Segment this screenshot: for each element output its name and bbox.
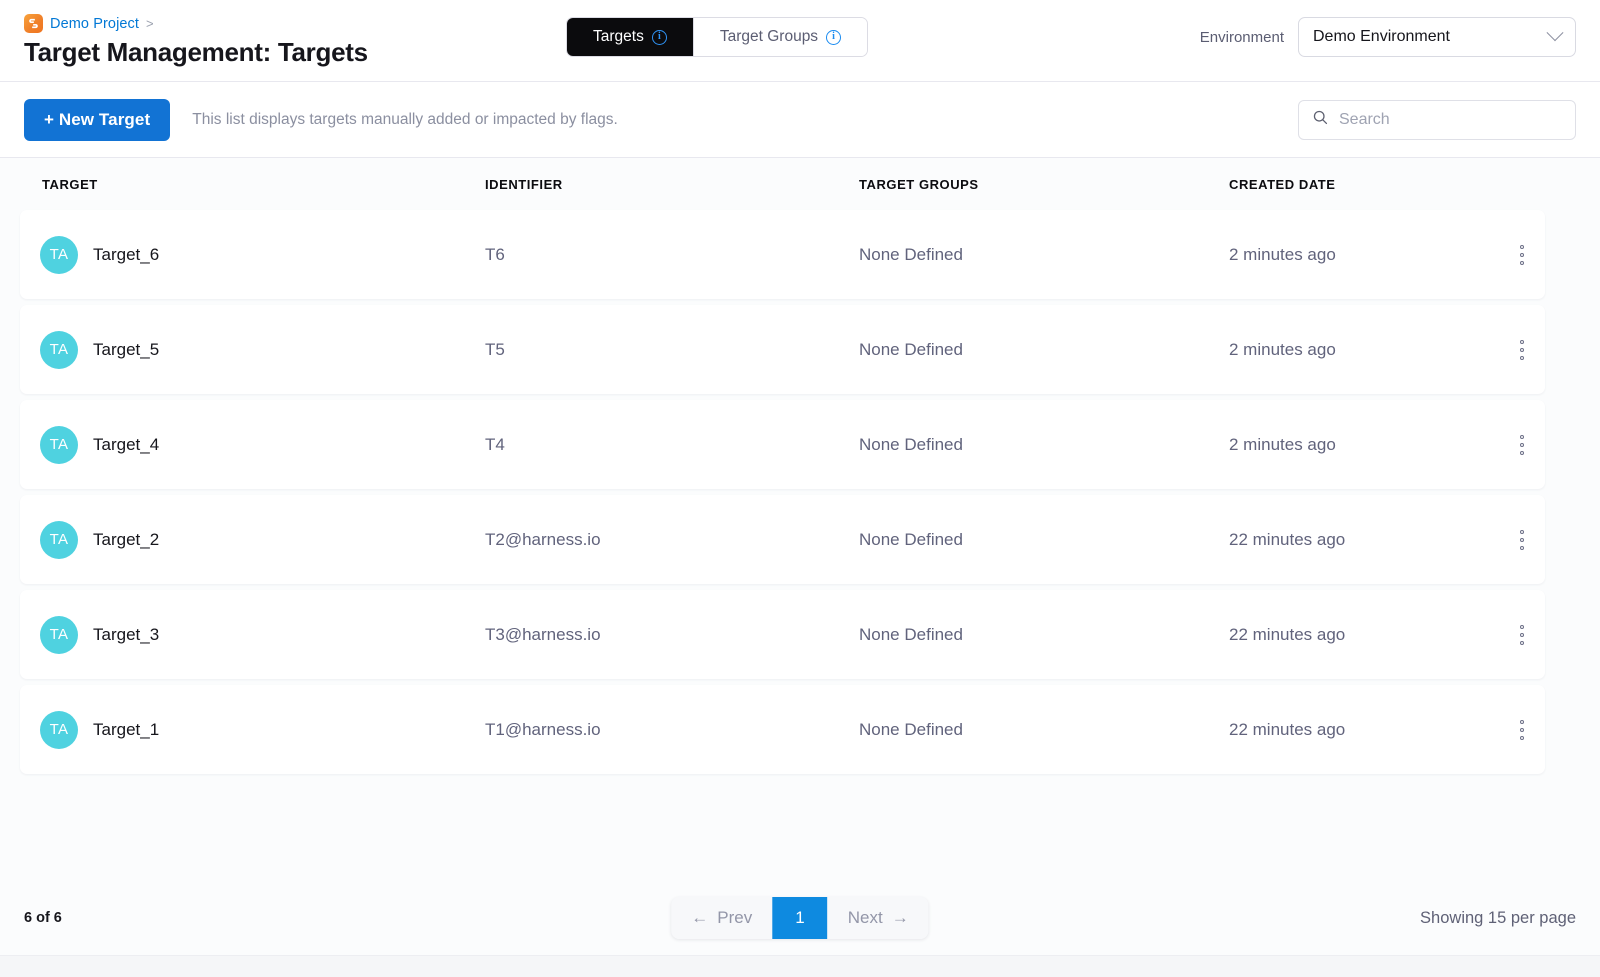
next-page-label: Next xyxy=(847,908,883,927)
toolbar: + New Target This list displays targets … xyxy=(0,82,1600,158)
page-number-1[interactable]: 1 xyxy=(772,897,828,939)
cell-created-date: 22 minutes ago xyxy=(1229,719,1346,739)
cell-row-menu xyxy=(1499,237,1545,273)
table-row[interactable]: TA Target_2 T2@harness.io None Defined 22 mi… xyxy=(20,495,1545,584)
arrow-left-icon: ← xyxy=(691,908,709,927)
prev-page-label: Prev xyxy=(717,908,753,927)
breadcrumb: Demo Project > xyxy=(24,14,368,34)
kebab-menu-icon[interactable] xyxy=(1512,712,1532,748)
table-body: TA Target_6 T6 None Defined 2 minutes ago TA T… xyxy=(0,210,1600,774)
table-row[interactable]: TA Target_4 T4 None Defined 2 minutes ago xyxy=(20,400,1545,489)
cell-identifier: T6 xyxy=(485,244,505,264)
column-header-identifier: IDENTIFIER xyxy=(485,176,563,192)
target-name: Target_3 xyxy=(93,624,160,644)
prev-page-button[interactable]: ← Prev xyxy=(671,897,773,939)
top-header: Demo Project > Target Management: Target… xyxy=(0,0,1600,82)
cell-identifier: T5 xyxy=(485,339,505,359)
cell-created-date: 2 minutes ago xyxy=(1229,339,1336,359)
cell-target-groups: None Defined xyxy=(859,244,963,264)
cell-target-groups: None Defined xyxy=(859,624,963,644)
targets-table: TARGET IDENTIFIER TARGET GROUPS CREATED … xyxy=(0,158,1600,881)
cell-identifier: T4 xyxy=(485,434,505,454)
list-hint-text: This list displays targets manually adde… xyxy=(192,110,618,128)
info-circle-icon[interactable]: i xyxy=(651,29,667,45)
cell-identifier: T2@harness.io xyxy=(485,529,601,549)
avatar: TA xyxy=(40,235,78,274)
cell-target: TA Target_5 xyxy=(20,330,485,369)
chevron-down-icon xyxy=(1546,24,1564,42)
cell-created-date: 2 minutes ago xyxy=(1229,244,1336,264)
breadcrumb-separator-icon: > xyxy=(146,16,154,31)
avatar: TA xyxy=(40,520,78,559)
cell-target: TA Target_3 xyxy=(20,615,485,654)
avatar: TA xyxy=(40,330,78,369)
search-input[interactable] xyxy=(1339,110,1562,129)
environment-selected-value: Demo Environment xyxy=(1313,28,1450,45)
bottom-strip xyxy=(0,955,1600,977)
table-row[interactable]: TA Target_5 T5 None Defined 2 minutes ago xyxy=(20,305,1545,394)
cell-target: TA Target_4 xyxy=(20,425,485,464)
cell-identifier: T1@harness.io xyxy=(485,719,601,739)
new-target-button[interactable]: + New Target xyxy=(24,98,171,141)
cell-identifier: T3@harness.io xyxy=(485,624,601,644)
cell-target-groups: None Defined xyxy=(859,339,963,359)
cell-target-groups: None Defined xyxy=(859,434,963,454)
pagination: ← Prev 1 Next → xyxy=(671,897,929,939)
column-header-target: TARGET xyxy=(42,176,98,192)
kebab-menu-icon[interactable] xyxy=(1512,427,1532,463)
avatar: TA xyxy=(40,615,78,654)
target-name: Target_1 xyxy=(93,719,160,739)
search-box[interactable] xyxy=(1298,99,1576,140)
table-row[interactable]: TA Target_1 T1@harness.io None Defined 22 mi… xyxy=(20,685,1545,774)
column-header-created-date: CREATED DATE xyxy=(1229,176,1336,192)
page-size-label: Showing 15 per page xyxy=(1420,908,1576,927)
cell-row-menu xyxy=(1499,332,1545,368)
cell-target: TA Target_6 xyxy=(20,235,485,274)
table-footer: 6 of 6 ← Prev 1 Next → Showing 15 per pa… xyxy=(0,881,1600,955)
target-management-page: Demo Project > Target Management: Target… xyxy=(0,0,1600,977)
breadcrumb-project-link[interactable]: Demo Project xyxy=(50,16,139,32)
target-name: Target_4 xyxy=(93,434,160,454)
avatar: TA xyxy=(40,425,78,464)
view-tabs: Targets i Target Groups i xyxy=(566,17,869,57)
target-name: Target_6 xyxy=(93,244,160,264)
tab-targets-label: Targets xyxy=(593,28,644,45)
cell-row-menu xyxy=(1499,522,1545,558)
table-row[interactable]: TA Target_6 T6 None Defined 2 minutes ago xyxy=(20,210,1545,299)
cell-target-groups: None Defined xyxy=(859,719,963,739)
tab-target-groups[interactable]: Target Groups i xyxy=(692,18,868,56)
harness-logo-icon xyxy=(24,14,43,33)
cell-row-menu xyxy=(1499,712,1545,748)
cell-created-date: 22 minutes ago xyxy=(1229,624,1346,644)
page-title: Target Management: Targets xyxy=(24,36,368,67)
cell-target-groups: None Defined xyxy=(859,529,963,549)
title-block: Demo Project > Target Management: Target… xyxy=(24,14,368,68)
avatar: TA xyxy=(40,710,78,749)
environment-selector-group: Environment Demo Environment xyxy=(1200,17,1576,57)
tab-targets[interactable]: Targets i xyxy=(567,18,693,56)
next-page-button[interactable]: Next → xyxy=(827,897,929,939)
info-circle-icon[interactable]: i xyxy=(826,29,842,45)
cell-row-menu xyxy=(1499,427,1545,463)
cell-created-date: 22 minutes ago xyxy=(1229,529,1346,549)
cell-target: TA Target_1 xyxy=(20,710,485,749)
environment-label: Environment xyxy=(1199,28,1284,46)
kebab-menu-icon[interactable] xyxy=(1512,522,1532,558)
kebab-menu-icon[interactable] xyxy=(1512,237,1532,273)
result-count: 6 of 6 xyxy=(24,910,62,926)
table-header-row: TARGET IDENTIFIER TARGET GROUPS CREATED … xyxy=(0,158,1600,210)
cell-row-menu xyxy=(1499,617,1545,653)
target-name: Target_5 xyxy=(93,339,160,359)
column-header-target-groups: TARGET GROUPS xyxy=(859,176,979,192)
tab-target-groups-label: Target Groups xyxy=(719,28,819,45)
search-icon xyxy=(1312,109,1329,131)
kebab-menu-icon[interactable] xyxy=(1512,332,1532,368)
cell-target: TA Target_2 xyxy=(20,520,485,559)
table-row[interactable]: TA Target_3 T3@harness.io None Defined 22 mi… xyxy=(20,590,1545,679)
arrow-right-icon: → xyxy=(891,908,909,927)
kebab-menu-icon[interactable] xyxy=(1512,617,1532,653)
cell-created-date: 2 minutes ago xyxy=(1229,434,1336,454)
target-name: Target_2 xyxy=(93,529,160,549)
environment-select[interactable]: Demo Environment xyxy=(1298,17,1576,57)
